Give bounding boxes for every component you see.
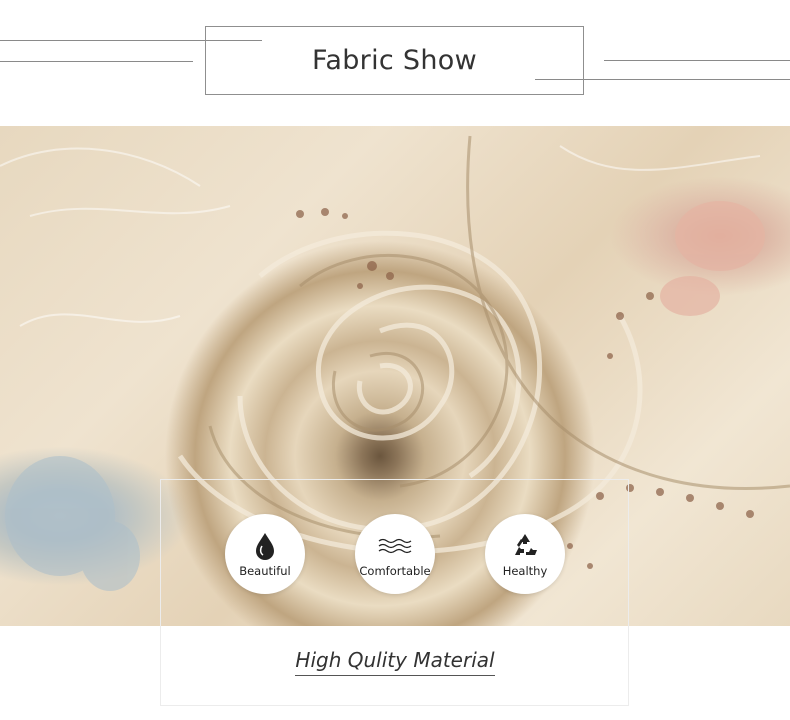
tagline-text: High Qulity Material [295, 648, 495, 676]
feature-beautiful: Beautiful [225, 514, 305, 594]
feature-label: Healthy [502, 563, 548, 578]
page-title: Fabric Show [312, 45, 477, 76]
tagline: High Qulity Material [0, 648, 790, 676]
recycle-icon [511, 531, 539, 561]
feature-label: Comfortable [359, 563, 431, 578]
header-line-right-top [604, 60, 790, 61]
feature-healthy: Healthy [485, 514, 565, 594]
feature-label: Beautiful [239, 563, 291, 578]
water-drop-icon [254, 531, 276, 561]
header-line-left-bottom [0, 61, 193, 62]
waves-icon [377, 531, 413, 561]
feature-comfortable: Comfortable [355, 514, 435, 594]
title-box: Fabric Show [205, 26, 584, 95]
